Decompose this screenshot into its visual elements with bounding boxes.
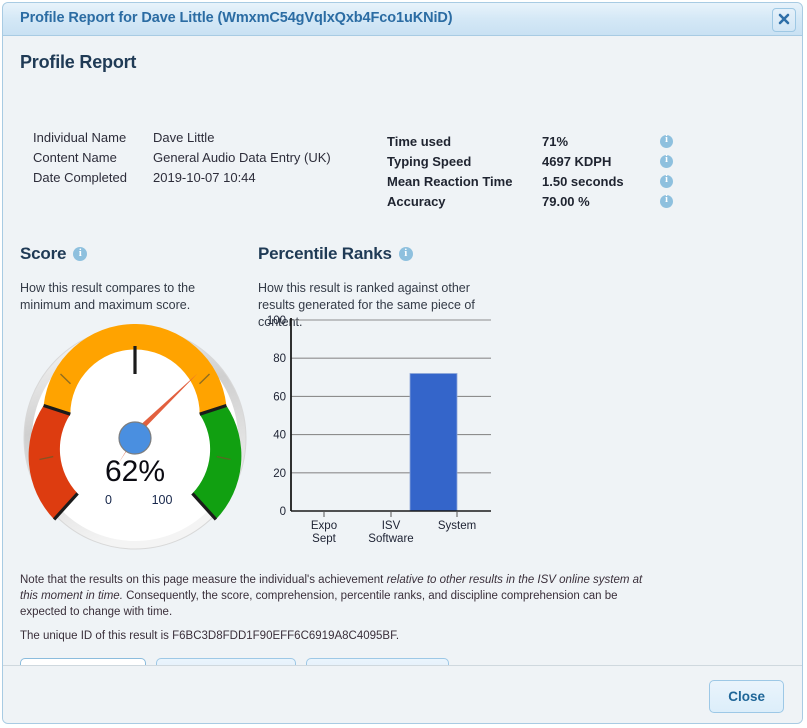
svg-text:40: 40 (273, 430, 286, 442)
svg-text:100: 100 (267, 315, 286, 327)
score-section-header: Score How this result compares to the mi… (20, 244, 245, 314)
gauge-svg: 0 100 (23, 323, 247, 550)
stat-row: Time used 71% (387, 131, 673, 151)
percentile-bar-chart: 0 20 40 60 80 100 ExpoSept ISVSoftware (258, 306, 498, 546)
dialog-body: Profile Report Individual Name Dave Littl… (3, 36, 802, 691)
stat-value: 1.50 seconds (542, 173, 624, 189)
close-glyph (778, 13, 790, 25)
gauge-hub (118, 421, 152, 455)
detail-row: Content Name General Audio Data Entry (UK… (33, 150, 331, 170)
stat-label: Time used (387, 133, 452, 149)
close-x-icon[interactable] (772, 8, 796, 32)
detail-label: Individual Name (33, 130, 127, 145)
detail-row: Individual Name Dave Little (33, 130, 331, 150)
stat-label: Mean Reaction Time (387, 173, 513, 189)
info-icon[interactable] (660, 154, 673, 168)
info-icon[interactable] (660, 174, 673, 188)
svg-text:Software: Software (368, 533, 413, 545)
stat-row: Typing Speed 4697 KDPH (387, 151, 673, 171)
svg-text:80: 80 (273, 353, 286, 365)
detail-label: Content Name (33, 150, 117, 165)
detail-value: Dave Little (153, 130, 215, 145)
dialog-title: Profile Report for Dave Little (WmxmC54g… (20, 10, 453, 26)
stat-label: Typing Speed (387, 153, 472, 169)
close-button[interactable]: Close (709, 680, 784, 713)
bar-system (409, 373, 458, 512)
info-icon[interactable] (660, 194, 673, 208)
detail-label: Date Completed (33, 170, 127, 185)
profile-report-dialog: Profile Report for Dave Little (WmxmC54g… (2, 2, 803, 724)
svg-text:ISV: ISV (382, 520, 401, 532)
stat-row: Accuracy 79.00 % (387, 191, 673, 211)
detail-row: Date Completed 2019-10-07 10:44 (33, 170, 331, 190)
note-part-1: Note that the results on this page measu… (20, 574, 387, 586)
info-icon[interactable] (73, 247, 88, 261)
bar-chart-svg: 0 20 40 60 80 100 ExpoSept ISVSoftware S… (267, 315, 491, 545)
svg-text:Sept: Sept (312, 533, 336, 545)
chart-gridlines (291, 319, 491, 474)
gauge-value-label: 62% (104, 455, 166, 488)
score-gauge-chart: 0 100 62% (21, 323, 249, 552)
stat-value: 71% (542, 133, 569, 149)
stat-value: 79.00 % (542, 193, 590, 209)
percentile-heading: Percentile Ranks (258, 244, 392, 263)
gauge-min-label: 0 (105, 493, 112, 507)
chart-y-tick-labels: 0 20 40 60 80 100 (267, 315, 286, 518)
stat-list-right: Time used 71% Typing Speed 4697 KDPH Mea… (387, 131, 673, 211)
svg-text:60: 60 (273, 391, 286, 403)
chart-x-ticks (323, 511, 458, 517)
stat-label: Accuracy (387, 193, 446, 209)
dialog-titlebar: Profile Report for Dave Little (WmxmC54g… (3, 3, 802, 36)
score-description: How this result compares to the minimum … (20, 281, 196, 312)
detail-list-left: Individual Name Dave Little Content Name G… (33, 130, 331, 190)
disclaimer-note: Note that the results on this page measu… (20, 572, 660, 620)
svg-text:0: 0 (280, 506, 286, 518)
detail-value: 2019-10-07 10:44 (153, 170, 256, 185)
page-title: Profile Report (20, 52, 137, 72)
result-unique-id: The unique ID of this result is F6BC3D8F… (20, 630, 400, 642)
svg-text:Expo: Expo (311, 520, 337, 532)
svg-text:System: System (438, 520, 476, 532)
info-icon[interactable] (398, 247, 413, 261)
chart-x-tick-labels: ExpoSept ISVSoftware System (311, 520, 476, 545)
dialog-footer: Close (3, 665, 802, 723)
stat-value: 4697 KDPH (542, 153, 612, 169)
gauge-max-label: 100 (152, 493, 173, 507)
info-icon[interactable] (660, 134, 673, 148)
score-heading: Score (20, 244, 67, 263)
svg-text:20: 20 (273, 468, 286, 480)
detail-value: General Audio Data Entry (UK) (153, 150, 331, 165)
stat-row: Mean Reaction Time 1.50 seconds (387, 171, 673, 191)
